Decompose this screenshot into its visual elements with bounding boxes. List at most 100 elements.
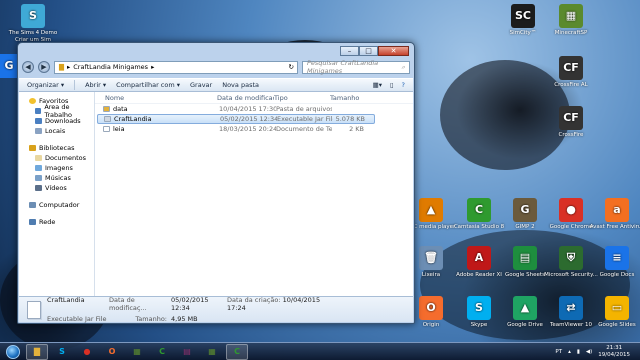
places-icon (35, 128, 42, 134)
chrome-icon: ● (559, 198, 583, 222)
close-button[interactable]: ✕ (378, 46, 409, 56)
address-row: ◀ ▶ ▇ ▸ CraftLandia Minigames ▸ ↻ Pesqui… (22, 59, 410, 75)
desktop-icon-sims[interactable]: S The Sims 4 Demo Criar um Sim (2, 4, 64, 43)
column-size[interactable]: Tamanho (330, 94, 370, 102)
nav-network[interactable]: Rede (19, 217, 94, 227)
file-row[interactable]: CraftLandia 05/02/2015 12:34 Executable Ja… (97, 114, 375, 124)
mse-icon: ⛨ (559, 246, 583, 270)
explorer-icon: ▇ (33, 347, 41, 356)
forward-button[interactable]: ▶ (38, 61, 50, 73)
toolbar-divider (74, 80, 76, 90)
volume-icon[interactable]: ◀) (586, 349, 592, 355)
window-controls: – □ ✕ (340, 46, 409, 56)
file-date: 10/04/2015 17:30 (219, 105, 276, 113)
desktop-icon-crossfire-al[interactable]: CF CrossFire AL (540, 56, 602, 89)
desktop-icon-label: CrossFire (558, 132, 584, 138)
open-button[interactable]: Abrir ▾ (85, 81, 106, 89)
taskbar-chrome-button[interactable]: ● (76, 344, 98, 360)
detail-size-label: Tamanho: (135, 315, 167, 323)
taskbar-camtasia2-button[interactable]: C (226, 343, 248, 360)
new-folder-button[interactable]: Nova pasta (222, 81, 259, 89)
view-options-icon[interactable]: ▦▾ (373, 81, 382, 89)
column-type[interactable]: Tipo (274, 94, 330, 102)
minecraft-icon: ▦ (559, 4, 583, 28)
column-headers: Nome Data de modificaç... Tipo Tamanho (95, 92, 413, 104)
organize-button[interactable]: Organizar ▾ (27, 81, 64, 89)
search-placeholder: Pesquisar CraftLandia Minigames (307, 59, 379, 75)
sims-icon: S (21, 4, 45, 28)
nav-libraries[interactable]: Bibliotecas (19, 143, 94, 153)
column-date[interactable]: Data de modificaç... (217, 94, 274, 102)
desktop-icon-label: MinecraftSP (554, 30, 588, 36)
explorer-window[interactable]: – □ ✕ ◀ ▶ ▇ ▸ CraftLandia Minigames ▸ ↻ … (17, 42, 415, 324)
nav-item-desktop[interactable]: Área de Trabalho (19, 103, 94, 119)
system-tray: PT ▴ ▮ ◀) 21:31 19/04/2015 (555, 345, 640, 358)
column-name[interactable]: Nome (95, 94, 217, 102)
libraries-icon (29, 145, 36, 151)
folder-icon (103, 106, 110, 112)
maximize-button[interactable]: □ (359, 46, 378, 56)
nav-label: Downloads (45, 117, 81, 125)
search-input[interactable]: Pesquisar CraftLandia Minigames ⌕ (302, 59, 410, 75)
desktop-icon-minecraft[interactable]: ▦ MinecraftSP (540, 4, 602, 37)
back-button[interactable]: ◀ (22, 61, 34, 73)
help-icon[interactable]: ? (402, 81, 405, 89)
clock[interactable]: 21:31 19/04/2015 (598, 345, 630, 358)
navigation-pane: Favoritos Área de Trabalho Downloads Loc… (19, 92, 95, 298)
taskbar-explorer-button[interactable]: ▇ (26, 343, 48, 360)
avast-icon: a (605, 198, 629, 222)
chrome-icon: ● (83, 347, 91, 356)
refresh-icon[interactable]: ↻ (289, 63, 297, 71)
taskbar-winrar-button[interactable]: ▤ (176, 344, 198, 360)
breadcrumb-item[interactable]: CraftLandia Minigames (73, 63, 148, 71)
nav-label: Rede (39, 218, 56, 226)
language-indicator[interactable]: PT (555, 349, 562, 355)
file-row[interactable]: leia 18/03/2015 20:24Documento de Te... 2 … (97, 124, 375, 134)
desktop-icon-avast[interactable]: a Avast Free Antivirus (586, 198, 640, 231)
preview-pane-icon[interactable]: ▯ (390, 81, 394, 89)
file-name-cell: data (97, 105, 219, 113)
camtasia-icon: C (159, 347, 165, 356)
taskbar-skype-button[interactable]: S (51, 344, 73, 360)
share-button[interactable]: Compartilhar com ▾ (116, 81, 180, 89)
nav-item-music[interactable]: Músicas (19, 173, 94, 183)
minecraft2-icon: ▦ (208, 347, 216, 356)
taskbar-minecraft2-button[interactable]: ▦ (201, 344, 223, 360)
desktop-icon-crossfire[interactable]: CF CrossFire (540, 106, 602, 139)
file-date: 05/02/2015 12:34 (220, 115, 277, 123)
star-icon (29, 98, 36, 104)
taskbar-origin-button[interactable]: O (101, 344, 123, 360)
tray-arrow-icon[interactable]: ▴ (568, 349, 571, 355)
docs-icon: ≡ (605, 246, 629, 270)
taskbar-minecraft-button[interactable]: ▦ (126, 344, 148, 360)
nav-label: Computador (39, 201, 80, 209)
details-grid: CraftLandia Data de modificaç... 05/02/2… (47, 296, 327, 323)
file-size: 5.078 KB (335, 115, 365, 123)
toolbar-right: ▦▾ ▯ ? (373, 81, 413, 89)
nav-item-places[interactable]: Locais (19, 126, 94, 136)
origin-icon: O (419, 296, 443, 320)
file-row[interactable]: data 10/04/2015 17:30 Pasta de arquivos (97, 104, 375, 114)
taskbar-camtasia-button[interactable]: C (151, 344, 173, 360)
nav-item-videos[interactable]: Vídeos (19, 183, 94, 193)
nav-computer[interactable]: Computador (19, 200, 94, 210)
desktop-icon-docs[interactable]: ≡ Google Docs (586, 246, 640, 279)
network-icon (29, 219, 36, 225)
txt-icon (103, 126, 110, 132)
address-bar[interactable]: ▇ ▸ CraftLandia Minigames ▸ ↻ (54, 60, 298, 74)
adobe-icon: A (467, 246, 491, 270)
minimize-button[interactable]: – (340, 46, 359, 56)
documents-icon (35, 155, 42, 161)
teamviewer-icon: ⇄ (559, 296, 583, 320)
network-tray-icon[interactable]: ▮ (577, 349, 580, 355)
nav-item-images[interactable]: Imagens (19, 163, 94, 173)
desktop-icon-slides[interactable]: ▭ Google Slides (586, 296, 640, 329)
breadcrumb-separator: ▸ (151, 63, 155, 71)
nav-item-documents[interactable]: Documentos (19, 153, 94, 163)
burn-button[interactable]: Gravar (190, 81, 212, 89)
camtasia2-icon: C (234, 347, 240, 356)
start-button[interactable] (6, 344, 20, 359)
